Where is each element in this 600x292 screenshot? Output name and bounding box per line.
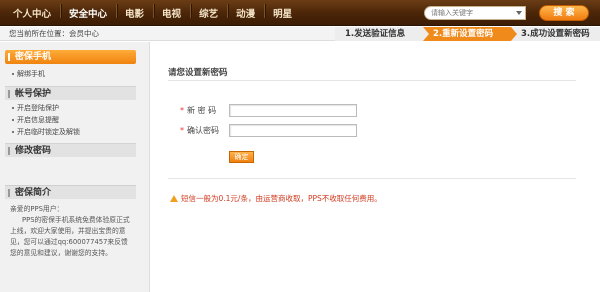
- search-button[interactable]: 搜 索: [539, 5, 589, 21]
- new-password-field[interactable]: [229, 104, 357, 117]
- sidebar-subitem-temp-lock[interactable]: 开启临时锁定及解锁: [5, 126, 136, 138]
- step-indicator: 1.发送验证信息 2.重新设置密码 3.成功设置新密码: [335, 27, 600, 41]
- nav-item-security-center[interactable]: 安全中心: [60, 4, 116, 20]
- intro-body: PPS的密保手机系统免费体验原正式上线，欢迎大家使用，并提出宝贵的意见，您可以通…: [10, 216, 130, 257]
- sms-fee-notice: 短信一般为0.1元/条，由运营商收取，PPS不收取任何费用。: [170, 193, 382, 204]
- step-arrow-icon: [423, 27, 429, 41]
- confirm-password-field[interactable]: [229, 124, 357, 137]
- sidebar-item-account-protection[interactable]: 帐号保护: [5, 86, 136, 100]
- sidebar: 密保手机 解绑手机 帐号保护 开启登陆保护 开启信息提醒 开启临时锁定及解锁 修…: [0, 42, 150, 292]
- sidebar-item-change-password[interactable]: 修改密码: [5, 143, 136, 157]
- notice-text: 短信一般为0.1元/条，由运营商收取，PPS不收取任何费用。: [181, 194, 382, 203]
- confirm-button[interactable]: 确定: [229, 151, 254, 163]
- nav-item-tv[interactable]: 电视: [153, 4, 190, 20]
- required-star-icon: *: [180, 106, 184, 115]
- step-arrow-icon: [511, 27, 517, 41]
- step-1: 1.发送验证信息: [335, 27, 423, 41]
- search-input[interactable]: 请输入关键字: [424, 6, 526, 20]
- nav-item-anime[interactable]: 动漫: [227, 4, 264, 20]
- nav-item-personal-center[interactable]: 个人中心: [4, 6, 60, 20]
- sidebar-subitem-unbind-phone[interactable]: 解绑手机: [5, 68, 136, 80]
- nav-item-movies[interactable]: 电影: [116, 4, 153, 20]
- required-star-icon: *: [180, 126, 184, 135]
- step-3: 3.成功设置新密码: [511, 27, 600, 41]
- divider: [168, 80, 576, 81]
- nav-item-variety[interactable]: 综艺: [190, 4, 227, 20]
- confirm-password-label: * 确认密码: [180, 126, 219, 135]
- search-placeholder: 请输入关键字: [431, 9, 473, 17]
- page-title: 请您设置新密码: [168, 68, 228, 78]
- sidebar-item-security-phone[interactable]: 密保手机: [5, 50, 136, 64]
- new-password-label: * 新 密 码: [180, 106, 217, 115]
- sidebar-subitem-login-protection[interactable]: 开启登陆保护: [5, 102, 136, 114]
- divider: [168, 178, 576, 179]
- intro-text: 亲爱的PPS用户： PPS的密保手机系统免费体验原正式上线，欢迎大家使用，并提出…: [10, 204, 134, 259]
- intro-greeting: 亲爱的PPS用户：: [10, 205, 64, 213]
- chevron-down-icon[interactable]: [516, 11, 522, 15]
- warning-icon: [170, 195, 178, 202]
- nav-item-stars[interactable]: 明星: [264, 4, 301, 20]
- intro-title: 密保简介: [5, 185, 136, 199]
- step-2-active: 2.重新设置密码: [423, 27, 511, 41]
- breadcrumb: 您当前所在位置：会员中心: [9, 29, 99, 38]
- main-nav: 个人中心 安全中心 电影 电视 综艺 动漫 明星: [4, 0, 301, 26]
- sidebar-menu: 密保手机 解绑手机 帐号保护 开启登陆保护 开启信息提醒 开启临时锁定及解锁 修…: [5, 50, 136, 157]
- sidebar-subitem-info-alert[interactable]: 开启信息提醒: [5, 114, 136, 126]
- top-nav-bar: 个人中心 安全中心 电影 电视 综艺 动漫 明星 请输入关键字 搜 索: [0, 0, 600, 26]
